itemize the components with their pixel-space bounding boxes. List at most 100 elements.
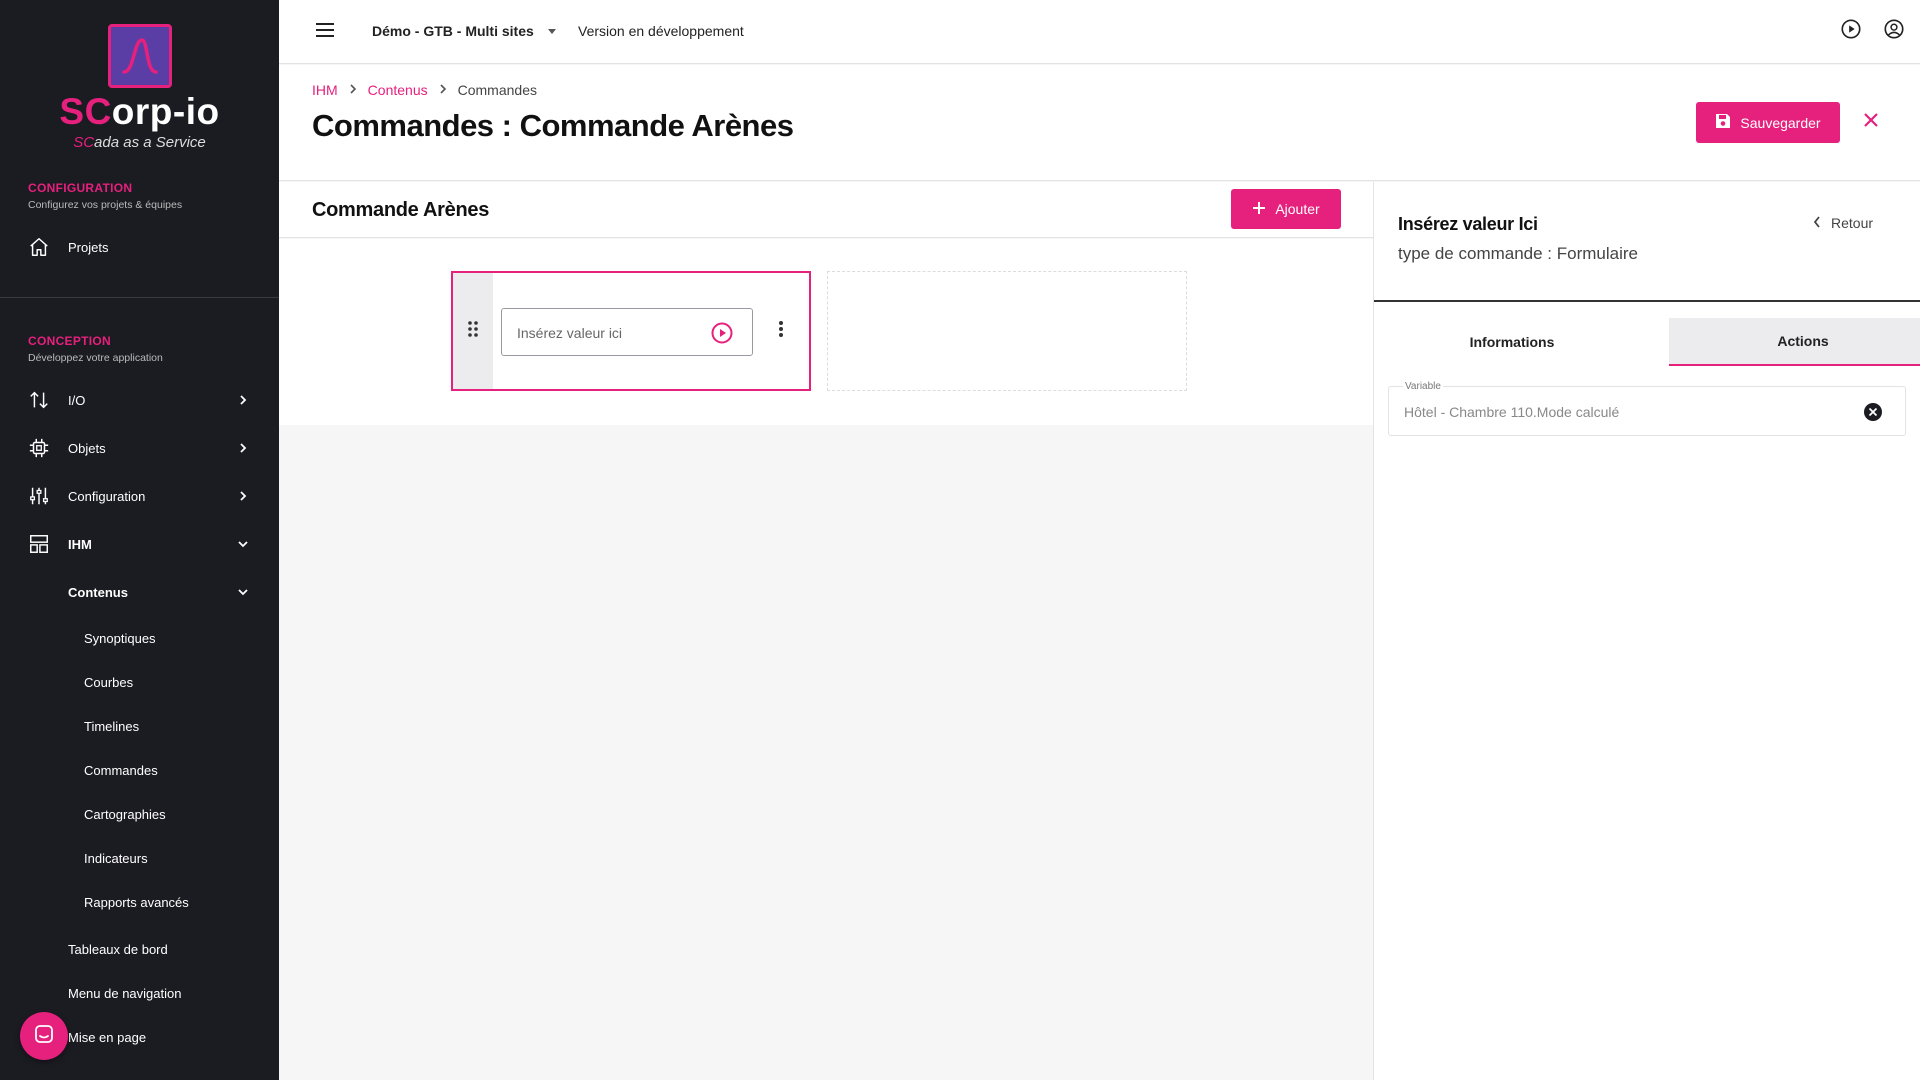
variable-field-label: Variable — [1403, 381, 1443, 392]
floppy-disk-icon — [1715, 113, 1731, 132]
sidebar-item-cartographies[interactable]: Cartographies — [0, 794, 279, 834]
add-button-label: Ajouter — [1275, 201, 1320, 217]
add-button[interactable]: Ajouter — [1231, 189, 1341, 229]
drag-handle[interactable] — [453, 273, 493, 389]
drag-indicator-icon — [467, 320, 479, 343]
section-title-conception: CONCEPTION — [28, 334, 112, 348]
sidebar-item-label: Synoptiques — [84, 630, 156, 646]
logo-tagline: SCada as a Service — [73, 134, 206, 151]
account-circle-icon — [1883, 18, 1905, 45]
tab-label: Informations — [1469, 334, 1555, 350]
section-title-configuration: CONFIGURATION — [28, 181, 133, 195]
tab-label: Actions — [1777, 333, 1829, 349]
chevron-right-icon — [237, 394, 249, 406]
more-options-button[interactable] — [771, 320, 791, 343]
chat-launcher-button[interactable] — [20, 1012, 68, 1060]
editor-title: Commande Arènes — [312, 199, 490, 221]
chevron-down-icon — [237, 538, 249, 550]
sidebar-item-configuration[interactable]: Configuration — [0, 476, 279, 516]
preview-button[interactable] — [1839, 18, 1863, 45]
command-canvas: Insérez valeur ici — [279, 239, 1373, 425]
project-select-value: Démo - GTB - Multi sites — [372, 23, 534, 39]
properties-panel: Insérez valeur Ici type de commande : Fo… — [1373, 182, 1920, 1080]
sidebar-item-label: Timelines — [84, 718, 140, 734]
sidebar-item-label: I/O — [68, 392, 86, 408]
editor-header: Commande Arènes Ajouter — [279, 182, 1373, 238]
sidebar-item-indicateurs[interactable]: Indicateurs — [0, 838, 279, 878]
section-subtitle-conception: Développez votre application — [28, 352, 163, 364]
tab-actions[interactable]: Actions — [1669, 318, 1920, 366]
sidebar-item-synoptiques[interactable]: Synoptiques — [0, 618, 279, 658]
sidebar-item-timelines[interactable]: Timelines — [0, 706, 279, 746]
command-cell-empty[interactable] — [827, 271, 1187, 391]
save-button[interactable]: Sauvegarder — [1696, 102, 1840, 143]
variable-field-value: Hôtel - Chambre 110.Mode calculé — [1404, 404, 1620, 420]
sidebar-item-menu-de-navigation[interactable]: Menu de navigation — [0, 973, 279, 1013]
sliders-icon — [28, 485, 50, 507]
sidebar-item-label: Tableaux de bord — [68, 941, 168, 957]
sidebar-item-rapports-avances[interactable]: Rapports avancés — [0, 882, 279, 922]
sidebar-item-label: Configuration — [68, 488, 146, 504]
arrows-up-down-icon — [28, 389, 50, 411]
layout-icon — [28, 533, 50, 555]
close-icon — [1863, 112, 1879, 133]
logo-text: SCorp-io — [59, 91, 220, 132]
chevron-right-icon — [237, 442, 249, 454]
project-select[interactable]: Démo - GTB - Multi sites — [372, 23, 556, 39]
sidebar-item-io[interactable]: I/O — [0, 380, 279, 420]
sidebar-item-label: Menu de navigation — [68, 985, 182, 1001]
chevron-left-icon — [1813, 215, 1821, 231]
chevron-right-icon — [349, 83, 357, 97]
menu-toggle-button[interactable] — [313, 20, 337, 44]
command-value-input[interactable]: Insérez valeur ici — [501, 308, 753, 356]
home-icon — [28, 236, 50, 258]
panel-divider — [1374, 300, 1920, 302]
topbar: Démo - GTB - Multi sites Version en déve… — [279, 0, 1920, 64]
more-vertical-icon — [778, 320, 784, 343]
sidebar-item-label: Objets — [68, 440, 106, 456]
play-circle-icon[interactable] — [710, 321, 734, 345]
tab-informations[interactable]: Informations — [1378, 318, 1646, 366]
command-cell-selected[interactable]: Insérez valeur ici — [451, 271, 811, 391]
sidebar-item-label: Indicateurs — [84, 850, 148, 866]
plus-icon — [1252, 201, 1266, 218]
chip-icon — [28, 437, 50, 459]
main-editor: Commande Arènes Ajouter Insérez valeur i… — [279, 182, 1373, 1080]
logo[interactable]: SCorp-io SCada as a Service — [0, 20, 279, 151]
clear-circle-icon[interactable] — [1863, 402, 1883, 422]
chat-icon — [32, 1022, 56, 1051]
sidebar-item-projets[interactable]: Projets — [0, 227, 279, 267]
sidebar-item-label: IHM — [68, 536, 92, 552]
sidebar-item-objets[interactable]: Objets — [0, 428, 279, 468]
chevron-down-icon — [237, 586, 249, 598]
panel-title: Insérez valeur Ici — [1398, 214, 1538, 234]
play-circle-icon — [1840, 18, 1862, 45]
sidebar-item-label: Contenus — [68, 584, 128, 600]
command-value-placeholder: Insérez valeur ici — [517, 325, 623, 341]
account-button[interactable] — [1882, 18, 1906, 45]
hamburger-menu-icon — [315, 22, 335, 43]
back-button[interactable]: Retour — [1813, 215, 1873, 231]
sidebar-divider — [0, 297, 279, 298]
sidebar-item-label: Courbes — [84, 674, 134, 690]
breadcrumb-link-ihm[interactable]: IHM — [312, 82, 338, 98]
chevron-right-icon — [237, 490, 249, 502]
sidebar-item-contenus[interactable]: Contenus — [0, 572, 279, 612]
sidebar-item-label: Projets — [68, 239, 109, 255]
variable-field[interactable]: Variable Hôtel - Chambre 110.Mode calcul… — [1388, 381, 1906, 436]
sidebar-item-ihm[interactable]: IHM — [0, 524, 279, 564]
sidebar-item-label: Mise en page — [68, 1029, 147, 1045]
back-button-label: Retour — [1831, 215, 1874, 231]
close-button[interactable] — [1859, 110, 1883, 134]
sidebar-item-courbes[interactable]: Courbes — [0, 662, 279, 702]
save-button-label: Sauvegarder — [1740, 114, 1821, 131]
sidebar-item-label: Rapports avancés — [84, 894, 189, 910]
panel-subtitle: type de commande : Formulaire — [1398, 244, 1638, 263]
sidebar-item-tableaux-de-bord[interactable]: Tableaux de bord — [0, 929, 279, 969]
version-label: Version en développement — [578, 23, 744, 39]
breadcrumb-link-contenus[interactable]: Contenus — [368, 82, 428, 98]
page-title: Commandes : Commande Arènes — [312, 108, 794, 143]
sidebar: SCorp-io SCada as a Service CONFIGURATIO… — [0, 0, 279, 1080]
sidebar-item-commandes[interactable]: Commandes — [0, 750, 279, 790]
breadcrumb-current: Commandes — [457, 82, 537, 98]
